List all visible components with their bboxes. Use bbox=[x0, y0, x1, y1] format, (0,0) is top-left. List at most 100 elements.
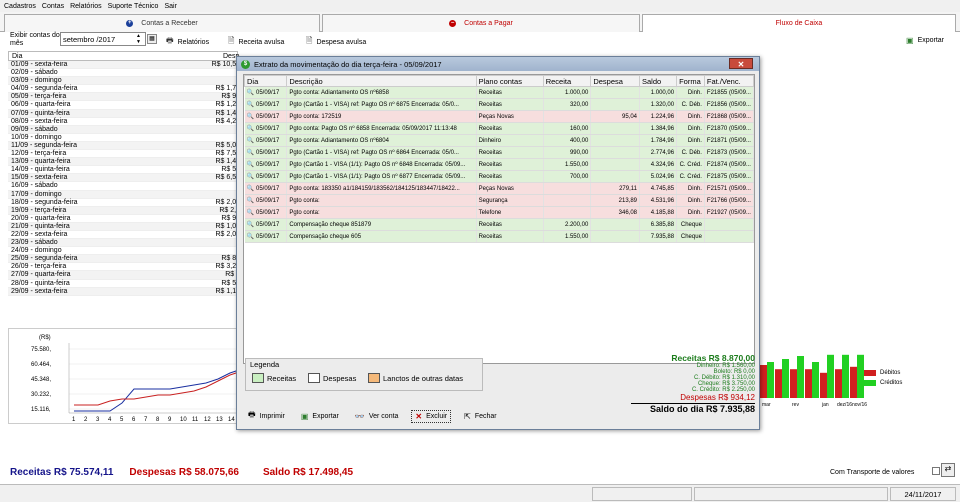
tab-fluxo-caixa[interactable]: Fluxo de Caixa bbox=[642, 14, 956, 32]
table-row[interactable]: 🔍 05/09/17 Pgto conta: Pagto OS nº 6858 En… bbox=[244, 122, 755, 135]
table-row[interactable]: 🔍 05/09/17 Pgto conta: 172519 Peças Novas 95… bbox=[244, 110, 755, 123]
day-row[interactable]: 07/09 - quinta-feira R$ 1,49 bbox=[8, 109, 240, 118]
table-row[interactable]: 🔍 05/09/17 Pgto conta: Telefone 346,08 4.185,… bbox=[244, 206, 755, 219]
month-picker[interactable]: setembro /2017 bbox=[60, 32, 146, 46]
tab-contas-pagar[interactable]: – Contas a Pagar bbox=[322, 14, 640, 32]
magnifier-icon[interactable]: 🔍 bbox=[247, 222, 254, 228]
menu-cadastros[interactable]: Cadastros bbox=[4, 3, 36, 10]
imprimir-label: Imprimir bbox=[259, 412, 285, 420]
imprimir-button[interactable]: 🖶 Imprimir bbox=[245, 408, 288, 424]
day-row[interactable]: 06/09 - quarta-feira R$ 1,22 bbox=[8, 101, 240, 110]
receita-avulsa-button[interactable]: 🗎 Receita avulsa bbox=[228, 35, 284, 49]
fechar-button[interactable]: ⇱ Fechar bbox=[461, 411, 500, 422]
day-row[interactable]: 15/09 - sexta-feira R$ 6,52 bbox=[8, 174, 240, 183]
day-row[interactable]: 02/09 - sábado bbox=[8, 69, 240, 78]
day-row[interactable]: 21/09 - quinta-feira R$ 1,05 bbox=[8, 222, 240, 231]
ver-conta-button[interactable]: 👓 Ver conta bbox=[352, 411, 402, 422]
col-header[interactable]: Dia bbox=[243, 75, 288, 87]
table-cell-wrap: 4.324,96 bbox=[639, 158, 678, 171]
col-header[interactable]: Saldo bbox=[638, 75, 678, 87]
day-row[interactable]: 23/09 - sábado bbox=[8, 239, 240, 248]
magnifier-icon[interactable]: 🔍 bbox=[247, 198, 254, 204]
day-row[interactable]: 05/09 - terça-feira R$ 93 bbox=[8, 93, 240, 102]
table-row[interactable]: 🔍 05/09/17 Pgto (Cartão 1 - VISA) ref: Pag… bbox=[244, 98, 755, 111]
calendar-icon[interactable]: ▦ bbox=[147, 34, 157, 44]
menu-suporte[interactable]: Suporte Técnico bbox=[108, 3, 159, 10]
day-row[interactable]: 24/09 - domingo bbox=[8, 247, 240, 256]
magnifier-icon[interactable]: 🔍 bbox=[247, 102, 254, 108]
magnifier-icon[interactable]: 🔍 bbox=[247, 234, 254, 240]
magnifier-icon[interactable]: 🔍 bbox=[247, 174, 254, 180]
table-cell: F21870 (05/09... bbox=[706, 125, 751, 132]
day-row[interactable]: 03/09 - domingo bbox=[8, 77, 240, 86]
month-spinner-icon[interactable]: ▲ ▼ bbox=[136, 33, 141, 45]
transporte-checkbox[interactable] bbox=[932, 467, 940, 475]
magnifier-icon[interactable]: 🔍 bbox=[247, 186, 254, 192]
day-row[interactable]: 20/09 - quarta-feira R$ 94 bbox=[8, 215, 240, 223]
magnifier-icon[interactable]: 🔍 bbox=[247, 126, 254, 132]
magnifier-icon[interactable]: 🔍 bbox=[247, 150, 254, 156]
exportar-button[interactable]: ▣ Exportar bbox=[906, 36, 944, 45]
table-cell-wrap bbox=[590, 86, 640, 99]
day-row[interactable]: 28/09 - quinta-feira R$ 56 bbox=[8, 280, 240, 288]
table-cell: Receitas bbox=[478, 149, 502, 156]
close-button[interactable]: ✕ bbox=[729, 58, 753, 69]
day-row[interactable]: 10/09 - domingo bbox=[8, 134, 240, 142]
table-cell: 4.324,96 bbox=[650, 161, 675, 168]
magnifier-icon[interactable]: 🔍 bbox=[247, 90, 254, 96]
col-header[interactable]: Forma bbox=[676, 75, 705, 87]
day-row[interactable]: 12/09 - terça-feira R$ 7,53 bbox=[8, 150, 240, 159]
table-row[interactable]: 🔍 05/09/17 Compensação cheque 605 Receitas 1… bbox=[244, 230, 755, 243]
table-row[interactable]: 🔍 05/09/17 Pgto (Cartão 1 - VISA (1/1): Pa… bbox=[244, 170, 755, 183]
menu-contas[interactable]: Contas bbox=[42, 3, 64, 10]
exportar-dialog-button[interactable]: ▣ Exportar bbox=[298, 411, 342, 422]
magnifier-icon[interactable]: 🔍 bbox=[247, 138, 254, 144]
day-row[interactable]: 29/09 - sexta-feira R$ 1,13 bbox=[8, 287, 240, 296]
day-row[interactable]: 25/09 - segunda-feira R$ 87 bbox=[8, 255, 240, 264]
day-row[interactable]: 16/09 - sábado bbox=[8, 182, 240, 191]
excluir-button[interactable]: ✕ Excluir bbox=[411, 409, 452, 423]
transfer-icon[interactable]: ⇄ bbox=[941, 463, 955, 477]
dialog-titlebar[interactable]: $ Extrato da movimentação do dia terça-f… bbox=[237, 57, 759, 71]
col-header[interactable]: Fat./Venc. bbox=[703, 75, 755, 87]
day-row[interactable]: 19/09 - terça-feira R$ 2,8 bbox=[8, 206, 240, 215]
day-row[interactable]: 22/09 - sexta-feira R$ 2,06 bbox=[8, 231, 240, 240]
col-header[interactable]: Plano contas bbox=[475, 75, 544, 87]
table-row[interactable]: 🔍 05/09/17 Pgto (Cartão 1 - VISA) ref: Pag… bbox=[244, 146, 755, 159]
magnifier-icon[interactable]: 🔍 bbox=[247, 114, 254, 120]
document-icon: 🗎 bbox=[306, 36, 313, 45]
day-row[interactable]: 18/09 - segunda-feira R$ 2,06 bbox=[8, 199, 240, 207]
relatorios-button[interactable]: 🖶 Relatórios bbox=[166, 35, 209, 49]
table-row[interactable]: 🔍 05/09/17 Pgto (Cartão 1 - VISA (1/1): Pa… bbox=[244, 158, 755, 171]
day-row[interactable]: 09/09 - sábado bbox=[8, 125, 240, 134]
col-dia: Dia bbox=[12, 53, 23, 60]
table-row[interactable]: 🔍 05/09/17 Pgto conta: 183350 a1/184159/18… bbox=[244, 182, 755, 195]
col-header[interactable]: Despesa bbox=[590, 75, 640, 87]
despesa-avulsa-button[interactable]: 🗎 Despesa avulsa bbox=[306, 35, 366, 49]
table-cell-wrap: Receitas bbox=[476, 86, 544, 99]
extrato-table[interactable]: Dia Descrição Plano contas Receita Despesa Sa… bbox=[243, 74, 755, 364]
table-row[interactable]: 🔍 05/09/17 Pgto conta: Adiantamento OS nº6… bbox=[244, 134, 755, 147]
day-label: 19/09 - terça-feira bbox=[11, 206, 67, 214]
day-row[interactable]: 08/09 - sexta-feira R$ 4,27 bbox=[8, 118, 240, 126]
daylist[interactable]: 01/09 - sexta-feira R$ 10,53 02/09 - sábad… bbox=[8, 61, 240, 323]
magnifier-icon[interactable]: 🔍 bbox=[247, 162, 254, 168]
bar-debitos bbox=[760, 365, 767, 398]
menu-sair[interactable]: Sair bbox=[164, 3, 176, 10]
menu-relatorios[interactable]: Relatórios bbox=[70, 3, 102, 10]
tab-contas-receber[interactable]: + Contas a Receber bbox=[4, 14, 320, 32]
day-row[interactable]: 01/09 - sexta-feira R$ 10,53 bbox=[8, 61, 240, 70]
col-header[interactable]: Descrição bbox=[286, 75, 477, 87]
day-row[interactable]: 13/09 - quarta-feira R$ 1,42 bbox=[8, 158, 240, 167]
table-row[interactable]: 🔍 05/09/17 Pgto conta: Adiantamento OS nº6… bbox=[244, 86, 755, 99]
table-row[interactable]: 🔍 05/09/17 Pgto conta: Segurança 213,89 4.531… bbox=[244, 194, 755, 207]
day-row[interactable]: 17/09 - domingo bbox=[8, 190, 240, 199]
magnifier-icon[interactable]: 🔍 bbox=[247, 210, 254, 216]
col-header[interactable]: Receita bbox=[542, 75, 592, 87]
day-row[interactable]: 27/09 - quarta-feira R$ 6 bbox=[8, 271, 240, 280]
table-row[interactable]: 🔍 05/09/17 Compensação cheque 851879 Receit… bbox=[244, 218, 755, 231]
day-row[interactable]: 14/09 - quinta-feira R$ 57 bbox=[8, 166, 240, 175]
day-row[interactable]: 26/09 - terça-feira R$ 3,26 bbox=[8, 263, 240, 272]
day-row[interactable]: 04/09 - segunda-feira R$ 1,76 bbox=[8, 85, 240, 94]
day-row[interactable]: 11/09 - segunda-feira R$ 5,00 bbox=[8, 141, 240, 151]
